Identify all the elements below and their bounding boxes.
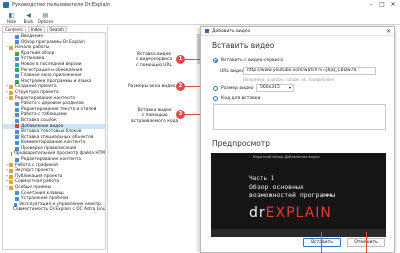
dialog-icon [205,29,209,33]
page-icon [15,157,19,162]
callout-1-badge: 1 [176,55,185,64]
hide-label: Hide [6,19,17,24]
preview-player-bar[interactable] [211,229,386,237]
url-input[interactable]: http://www.youtube.com/watch?v=J6jQ_CbDw… [243,67,376,75]
options-button[interactable]: ▤ Options [37,10,54,24]
page-icon [13,202,17,207]
page-icon [15,141,19,146]
page-icon [15,73,19,78]
page-icon [15,68,19,73]
minimize-icon[interactable]: – [366,1,376,8]
callout-2-line: Размеры окна видео [128,84,176,89]
page-icon [15,34,19,39]
page-icon [15,191,19,196]
add-video-dialog: Добавить видео ✕ Вставить видео Вставить… [200,26,395,253]
page-icon [15,40,19,45]
tree-item-label: Совместимость Dr.Explain с ОС Astra Linu… [13,207,106,213]
url-hint: Например: youtube, rutube, vk, GoogleVid… [243,77,335,82]
window-title: Руководство пользователя Dr.Explain [12,2,111,8]
from-service-label: Вставить с видео-сервиса [221,58,283,63]
callout-3-badge: 3 [176,110,185,119]
video-size-value: 560x315 [260,85,280,90]
page-icon [15,101,19,106]
folder-icon [9,174,13,179]
radio-from-service[interactable] [213,58,218,63]
dialog-title: Добавить видео [212,28,251,34]
embed-code-textarea[interactable] [213,104,386,130]
cancel-button-leader [366,232,367,253]
help-toolbar: ◧ Hide ◀ Back ▤ Options [0,10,400,25]
app-icon [3,2,9,8]
page-icon [15,62,19,67]
options-label: Options [37,19,54,24]
preview-part: Часть 1 [249,175,275,182]
back-button[interactable]: ◀ Back [20,10,37,24]
tree-item[interactable]: Совместимость Dr.Explain с ОС Astra Linu… [3,207,105,213]
page-icon [15,107,19,112]
preview-line-2: возможностей программы [249,191,336,199]
drexplain-logo: drEXPLAIN [249,205,332,221]
folder-icon [9,96,13,101]
radio-video-size[interactable] [213,86,218,91]
preview-caption: Короткий обзор Добавление видео [253,155,320,159]
folder-icon [9,85,13,90]
page-icon [15,57,19,62]
embed-code-label: Код для вставки [221,96,261,101]
close-icon[interactable]: ✕ [388,1,398,8]
insert-video-heading: Вставить видео [212,41,275,50]
maximize-icon[interactable]: □ [377,1,387,8]
callout-2-badge: 2 [176,82,185,91]
preview-heading: Предпросмотр [212,139,270,148]
folder-icon [9,90,13,95]
folder-icon [9,180,13,185]
insert-button-leader [321,232,322,253]
folder-icon [9,45,13,50]
video-size-label: Размер видео [221,86,254,91]
dialog-titlebar: Добавить видео [201,27,394,36]
radio-embed-code[interactable] [213,96,218,101]
logo-part-dr: dr [249,205,266,221]
hide-button[interactable]: ◧ Hide [3,10,20,24]
hide-icon: ◧ [8,12,15,19]
video-size-select[interactable]: 560x315 ▾ [256,84,294,92]
page-icon [15,129,19,134]
page-icon [15,113,19,118]
dialog-close-icon[interactable]: ✕ [386,28,391,35]
chevron-down-icon: ▾ [288,85,291,90]
back-icon: ◀ [26,12,31,19]
callout-1-line: с помощью URL [136,62,172,68]
folder-icon [9,169,13,174]
callout-3-text: Вставка видео с помощью встраиваемого ко… [131,108,178,124]
page-icon [15,51,19,56]
preview-line-1: Обзор основных [249,183,304,191]
insert-button[interactable]: Вставить [303,238,341,247]
page-icon [15,118,19,123]
folder-icon [9,185,13,190]
contents-tree: Введение Обзор программы Dr.Explain − Начал… [2,32,106,250]
video-preview[interactable]: Короткий обзор Добавление видео Часть 1 … [211,153,386,237]
folder-icon [9,163,13,168]
page-icon [15,135,19,140]
page-icon [15,79,19,84]
callout-3-line: встраиваемого кода [131,118,179,124]
page-icon [15,124,19,129]
logo-part-explain: EXPLAIN [265,205,332,221]
callout-1-text: Вставка видео с видеосервиса с помощью U… [136,52,172,68]
callout-2-text: Размеры окна видео [128,84,176,89]
options-icon: ▤ [42,12,49,19]
back-label: Back [23,19,34,24]
window-titlebar: Руководство пользователя Dr.Explain [0,0,400,10]
url-label: URL видео [220,69,245,74]
pane-splitter[interactable] [107,26,108,253]
page-icon [15,197,19,202]
